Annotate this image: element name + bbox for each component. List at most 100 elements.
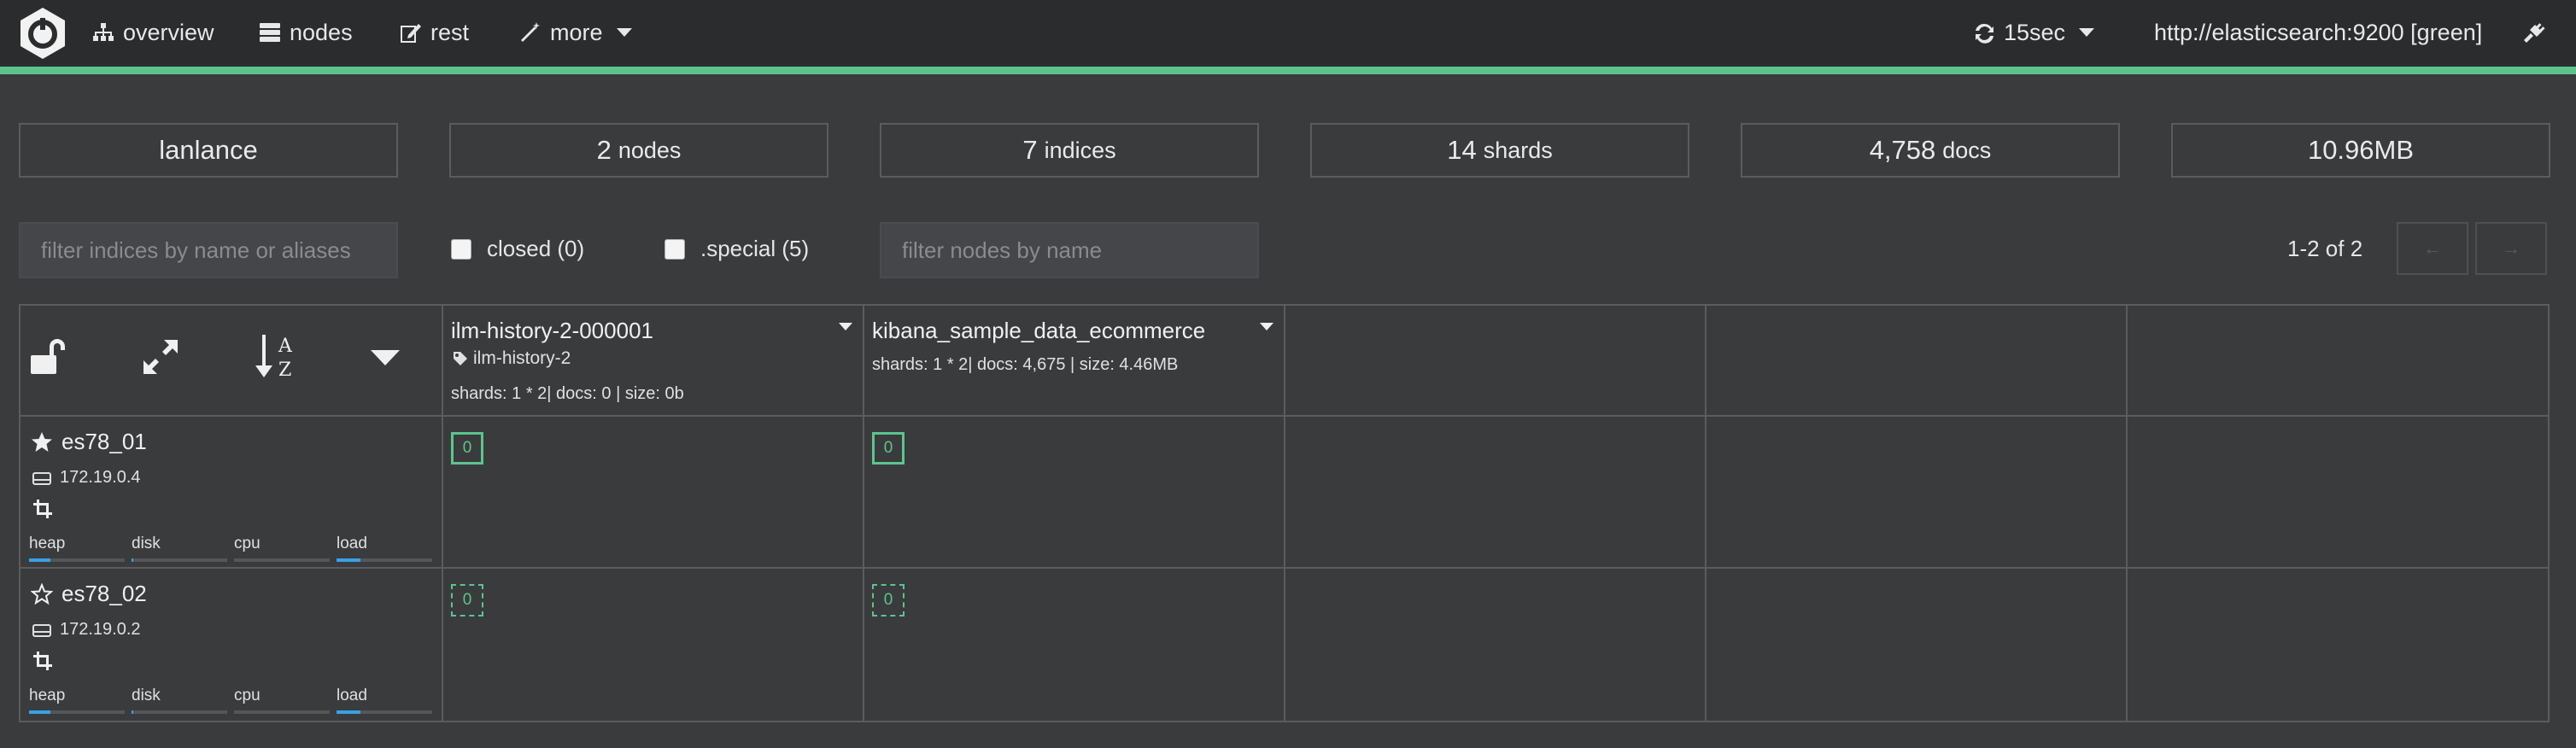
node-name[interactable]: es78_01 xyxy=(31,429,147,455)
index-name[interactable]: kibana_sample_data_ecommerce xyxy=(872,318,1205,344)
index-alias-label: ilm-history-2 xyxy=(473,348,571,368)
expand-icon[interactable] xyxy=(140,336,181,382)
pagination-info: 1-2 of 2 xyxy=(2287,236,2363,261)
nav-more-dropdown[interactable]: more xyxy=(519,15,632,50)
load-bar-fill xyxy=(337,710,360,714)
shards-unit: shards xyxy=(1483,137,1553,163)
nav-rest-label: rest xyxy=(430,20,470,45)
load-bar-fill xyxy=(337,558,360,562)
primary-shard[interactable]: 0 xyxy=(451,432,483,465)
special-indices-toggle[interactable]: .special (5) xyxy=(664,236,809,262)
node-ip: 172.19.0.4 xyxy=(32,468,141,488)
index-filter-input[interactable]: filter indices by name or aliases xyxy=(19,222,398,278)
node-name-label: es78_02 xyxy=(61,581,147,606)
node-ip-label: 172.19.0.4 xyxy=(60,468,141,487)
nav-overview-label: overview xyxy=(123,20,214,45)
indices-unit: indices xyxy=(1044,137,1116,163)
cluster-health-bar xyxy=(0,67,2576,74)
nav-rest[interactable]: rest xyxy=(400,15,469,50)
node-heap-metric: heap xyxy=(29,687,125,714)
options-dropdown-icon[interactable] xyxy=(371,350,400,370)
disk-bar-fill xyxy=(132,710,134,714)
shards-stat: 14 shards xyxy=(1310,123,1689,178)
column-divider xyxy=(1284,306,1285,721)
nodes-unit: nodes xyxy=(618,137,682,163)
column-divider xyxy=(2126,306,2128,721)
index-options-icon[interactable] xyxy=(839,323,852,330)
edit-icon xyxy=(401,24,421,43)
primary-shard[interactable]: 0 xyxy=(872,432,905,465)
index-name[interactable]: ilm-history-2-000001 xyxy=(451,318,653,344)
crop-icon[interactable] xyxy=(32,651,53,675)
metric-label: load xyxy=(337,535,367,552)
row-divider xyxy=(20,415,2548,417)
prev-page-button[interactable]: ← xyxy=(2397,222,2468,275)
docs-count: 4,758 xyxy=(1869,135,1936,165)
node-cpu-metric: cpu xyxy=(234,687,330,714)
total-size: 10.96MB xyxy=(2307,135,2415,165)
hdd-icon xyxy=(32,623,51,637)
refresh-interval-dropdown[interactable]: 15sec xyxy=(1973,15,2095,50)
column-divider xyxy=(1705,306,1707,721)
nav-more-label: more xyxy=(550,20,603,45)
nav-nodes[interactable]: nodes xyxy=(259,15,353,50)
tag-icon xyxy=(454,352,467,365)
metric-label: disk xyxy=(132,535,161,552)
node-heap-metric: heap xyxy=(29,535,125,562)
disconnect-button[interactable] xyxy=(2523,15,2545,50)
connection-status[interactable]: http://elasticsearch:9200 [green] xyxy=(2154,15,2482,50)
replica-shard[interactable]: 0 xyxy=(451,584,483,617)
metric-label: disk xyxy=(132,687,161,704)
nav-nodes-label: nodes xyxy=(290,20,353,45)
docs-unit: docs xyxy=(1942,137,1992,163)
cluster-overview-grid: AZ ilm-history-2-000001 ilm-history-2 sh… xyxy=(19,304,2550,722)
node-disk-metric: disk xyxy=(132,535,227,562)
magic-wand-icon xyxy=(521,22,540,42)
size-stat: 10.96MB xyxy=(2171,123,2550,178)
special-label: .special (5) xyxy=(700,236,810,261)
nodes-count: 2 xyxy=(596,135,612,165)
cluster-name-stat: lanlance xyxy=(19,123,398,178)
indices-stat: 7 indices xyxy=(880,123,1259,178)
node-disk-metric: disk xyxy=(132,687,227,714)
replica-shard[interactable]: 0 xyxy=(872,584,905,617)
cerebro-logo-icon[interactable] xyxy=(15,6,70,61)
crop-icon[interactable] xyxy=(32,499,53,523)
column-divider xyxy=(442,306,443,721)
nav-overview[interactable]: overview xyxy=(92,15,214,50)
star-outline-icon xyxy=(31,582,53,605)
docs-stat: 4,758 docs xyxy=(1741,123,2120,178)
sitemap-icon xyxy=(93,23,114,41)
disk-bar-fill xyxy=(132,558,134,562)
node-cpu-metric: cpu xyxy=(234,535,330,562)
sort-alpha-icon[interactable]: AZ xyxy=(253,331,304,387)
next-page-button[interactable]: → xyxy=(2475,222,2547,275)
nodes-stat: 2 nodes xyxy=(449,123,828,178)
plug-icon xyxy=(2524,23,2545,43)
prev-arrow-icon: ← xyxy=(2423,237,2442,259)
special-checkbox[interactable] xyxy=(664,238,685,260)
index-options-icon[interactable] xyxy=(1260,323,1273,330)
unlock-icon[interactable] xyxy=(29,336,70,382)
index-meta: shards: 1 * 2| docs: 0 | size: 0b xyxy=(451,384,684,403)
refresh-icon xyxy=(1976,23,1993,44)
node-name-label: es78_01 xyxy=(61,429,147,454)
metric-label: cpu xyxy=(234,687,261,704)
chevron-down-icon xyxy=(2079,28,2095,37)
next-arrow-icon: → xyxy=(2502,237,2520,259)
cluster-name: lanlance xyxy=(159,135,258,165)
indices-count: 7 xyxy=(1022,135,1038,165)
index-alias: ilm-history-2 xyxy=(453,348,571,369)
node-filter-input[interactable]: filter nodes by name xyxy=(880,222,1259,278)
metric-label: heap xyxy=(29,687,66,704)
closed-indices-toggle[interactable]: closed (0) xyxy=(451,236,584,262)
svg-text:Z: Z xyxy=(278,359,291,381)
shards-count: 14 xyxy=(1447,135,1477,165)
heap-bar-fill xyxy=(29,710,50,714)
metric-label: cpu xyxy=(234,535,261,552)
closed-checkbox[interactable] xyxy=(451,238,471,260)
row-divider xyxy=(20,567,2548,569)
node-ip-label: 172.19.0.2 xyxy=(60,620,141,639)
connection-url: http://elasticsearch:9200 [green] xyxy=(2154,20,2483,45)
node-name[interactable]: es78_02 xyxy=(31,581,147,607)
